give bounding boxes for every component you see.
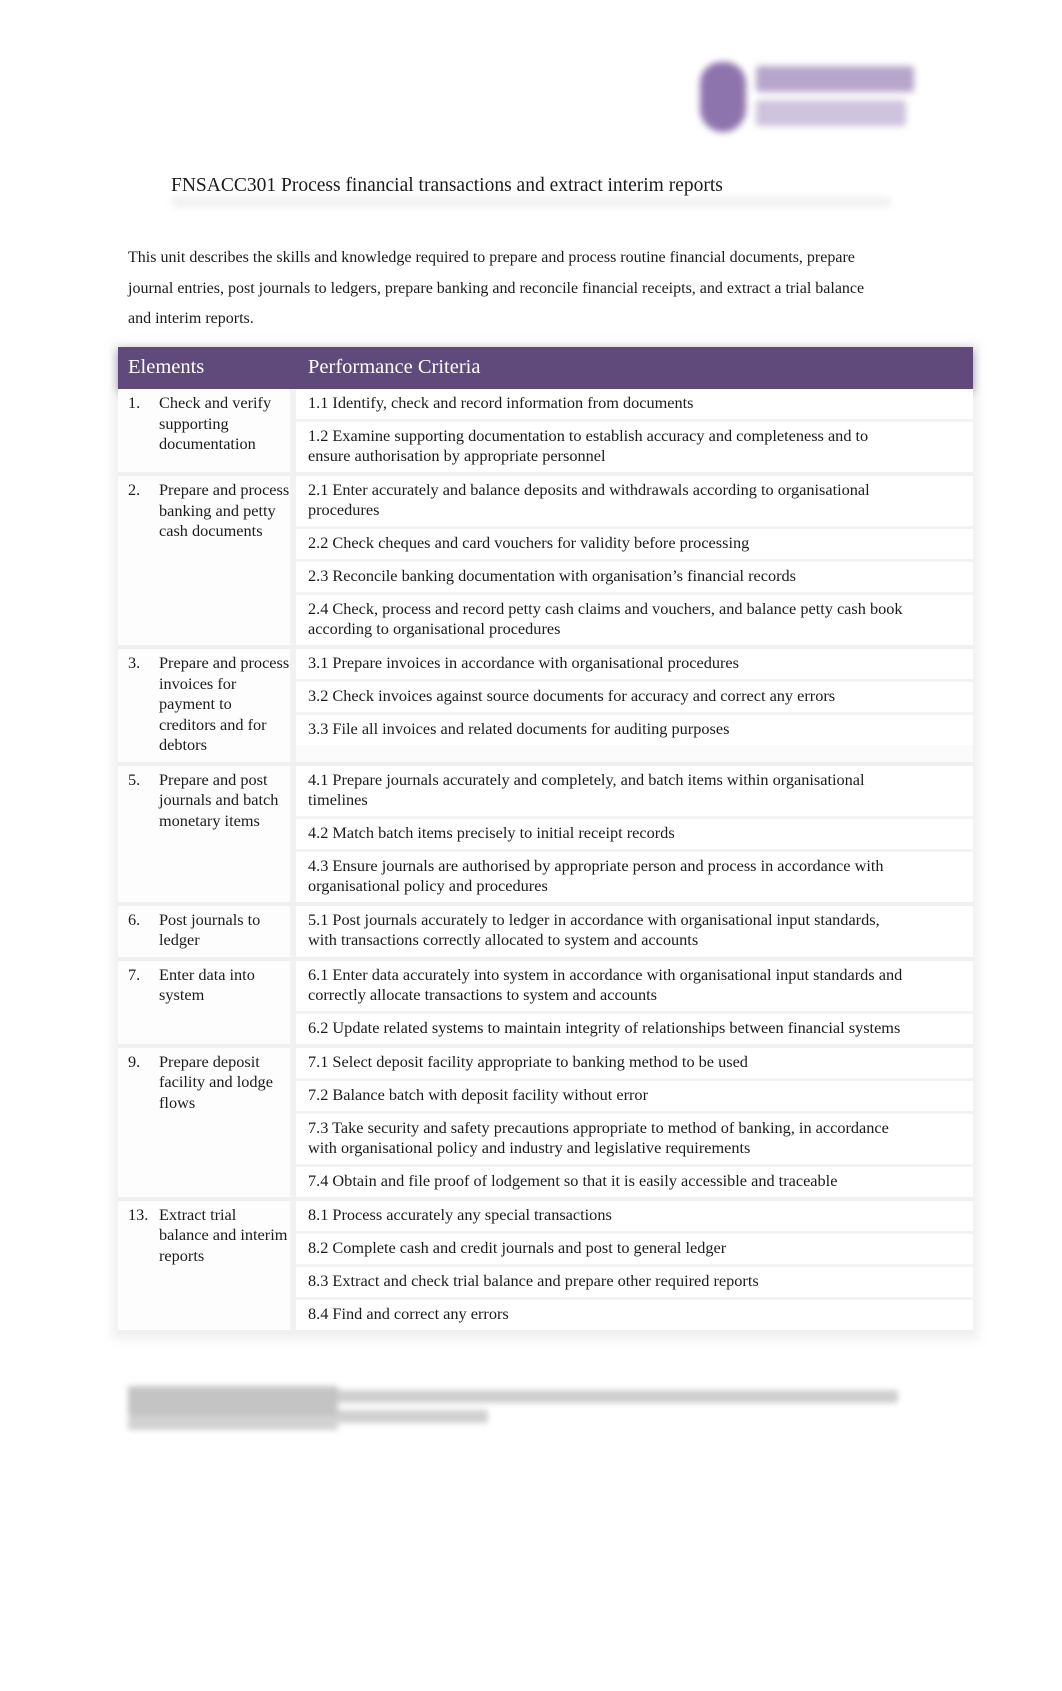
element-cell: 2. Prepare and process banking and petty … [118, 476, 296, 645]
element-number: 5. [128, 769, 141, 789]
performance-criterion: 7.1 Select deposit facility appropriate … [296, 1047, 973, 1081]
table-row-group: 9. Prepare deposit facility and lodge flo… [118, 1047, 973, 1201]
table-header: Elements Performance Criteria [118, 347, 973, 389]
criteria-cell: 1.1 Identify, check and record informati… [296, 389, 973, 472]
element-number: 1. [128, 393, 141, 412]
element-cell: 3. Prepare and process invoices for payme… [118, 649, 296, 762]
performance-criterion: 6.1 Enter data accurately into system in… [296, 960, 973, 1014]
table-row-group: 3. Prepare and process invoices for payme… [118, 649, 973, 766]
element-title: Check and verify supporting documentatio… [159, 393, 272, 453]
table-row-group: 5. Prepare and post journals and batch mo… [118, 765, 973, 906]
element-title: Prepare and process banking and petty ca… [159, 480, 290, 540]
college-logo [694, 56, 922, 138]
performance-criterion: 1.2 Examine supporting documentation to … [296, 422, 973, 472]
performance-criterion: 7.4 Obtain and file proof of lodgement s… [296, 1166, 973, 1197]
criteria-cell: 8.1 Process accurately any special trans… [296, 1200, 973, 1330]
criteria-cell: 4.1 Prepare journals accurately and comp… [296, 765, 973, 902]
performance-criterion: 6.2 Update related systems to maintain i… [296, 1013, 973, 1044]
logo-wordmark-line-1 [756, 66, 914, 92]
performance-criterion: 3.2 Check invoices against source docume… [296, 682, 973, 715]
performance-criterion: 4.1 Prepare journals accurately and comp… [296, 765, 973, 819]
element-cell: 7. Enter data into system [118, 960, 296, 1044]
performance-criterion: 3.3 File all invoices and related docume… [296, 715, 973, 745]
table-row-group: 6. Post journals to ledger 5.1 Post journa… [118, 905, 973, 961]
table-body: 1. Check and verify supporting documentat… [118, 389, 973, 1334]
performance-criterion: 2.3 Reconcile banking documentation with… [296, 562, 973, 595]
criteria-cell: 5.1 Post journals accurately to ledger i… [296, 905, 973, 957]
element-title: Post journals to ledger [159, 909, 261, 950]
performance-criterion: 5.1 Post journals accurately to ledger i… [296, 905, 973, 956]
performance-criterion: 2.4 Check, process and record petty cash… [296, 595, 973, 645]
performance-criterion: 4.3 Ensure journals are authorised by ap… [296, 851, 973, 902]
column-header-criteria: Performance Criteria [308, 356, 481, 378]
unit-title: FNSACC301 Process financial transactions… [171, 175, 723, 196]
criteria-cell: 3.1 Prepare invoices in accordance with … [296, 649, 973, 762]
performance-criterion: 8.2 Complete cash and credit journals an… [296, 1233, 973, 1267]
element-number: 13. [128, 1204, 149, 1224]
logo-wordmark-line-2 [756, 100, 906, 126]
criteria-cell: 2.1 Enter accurately and balance deposit… [296, 476, 973, 645]
element-number: 7. [128, 964, 141, 984]
performance-criterion: 4.2 Match batch items precisely to initi… [296, 818, 973, 852]
element-number: 9. [128, 1051, 141, 1071]
element-title: Prepare and post journals and batch mone… [159, 769, 279, 830]
table-row-group: 2. Prepare and process banking and petty … [118, 476, 973, 649]
table-row-group: 13. Extract trial balance and interim rep… [118, 1200, 973, 1334]
element-number: 6. [128, 909, 141, 929]
performance-criterion: 2.2 Check cheques and card vouchers for … [296, 529, 973, 562]
unit-description: This unit describes the skills and knowl… [128, 249, 865, 327]
performance-criterion: 3.1 Prepare invoices in accordance with … [296, 649, 973, 682]
element-cell: 6. Post journals to ledger [118, 905, 296, 957]
element-title: Prepare and process invoices for payment… [159, 653, 290, 754]
table-row-group: 7. Enter data into system 6.1 Enter data a… [118, 960, 973, 1048]
element-cell: 13. Extract trial balance and interim rep… [118, 1200, 296, 1330]
element-cell: 1. Check and verify supporting documentat… [118, 389, 296, 472]
criteria-cell: 7.1 Select deposit facility appropriate … [296, 1047, 973, 1197]
performance-criterion: 2.1 Enter accurately and balance deposit… [296, 476, 973, 529]
element-number: 2. [128, 480, 141, 499]
performance-criterion: 7.3 Take security and safety precautions… [296, 1113, 973, 1167]
performance-criterion: 8.4 Find and correct any errors [296, 1299, 973, 1330]
title-underline-shadow [172, 198, 890, 206]
column-header-elements: Elements [128, 356, 205, 378]
element-title: Extract trial balance and interim report… [159, 1204, 288, 1265]
element-number: 3. [128, 653, 141, 672]
performance-criterion: 8.1 Process accurately any special trans… [296, 1200, 973, 1234]
criteria-cell: 6.1 Enter data accurately into system in… [296, 960, 973, 1044]
performance-criterion: 1.1 Identify, check and record informati… [296, 389, 973, 422]
shield-icon [700, 62, 746, 132]
table-row-group: 1. Check and verify supporting documentat… [118, 389, 973, 476]
element-title: Prepare deposit facility and lodge flows [159, 1051, 273, 1112]
performance-criterion: 7.2 Balance batch with deposit facility … [296, 1080, 973, 1114]
element-cell: 9. Prepare deposit facility and lodge flo… [118, 1047, 296, 1197]
page-footer [128, 1380, 908, 1460]
element-title: Enter data into system [159, 964, 255, 1005]
performance-criterion: 8.3 Extract and check trial balance and … [296, 1266, 973, 1300]
elements-criteria-table: Elements Performance Criteria 1. Check an… [112, 343, 979, 1340]
element-cell: 5. Prepare and post journals and batch mo… [118, 765, 296, 902]
